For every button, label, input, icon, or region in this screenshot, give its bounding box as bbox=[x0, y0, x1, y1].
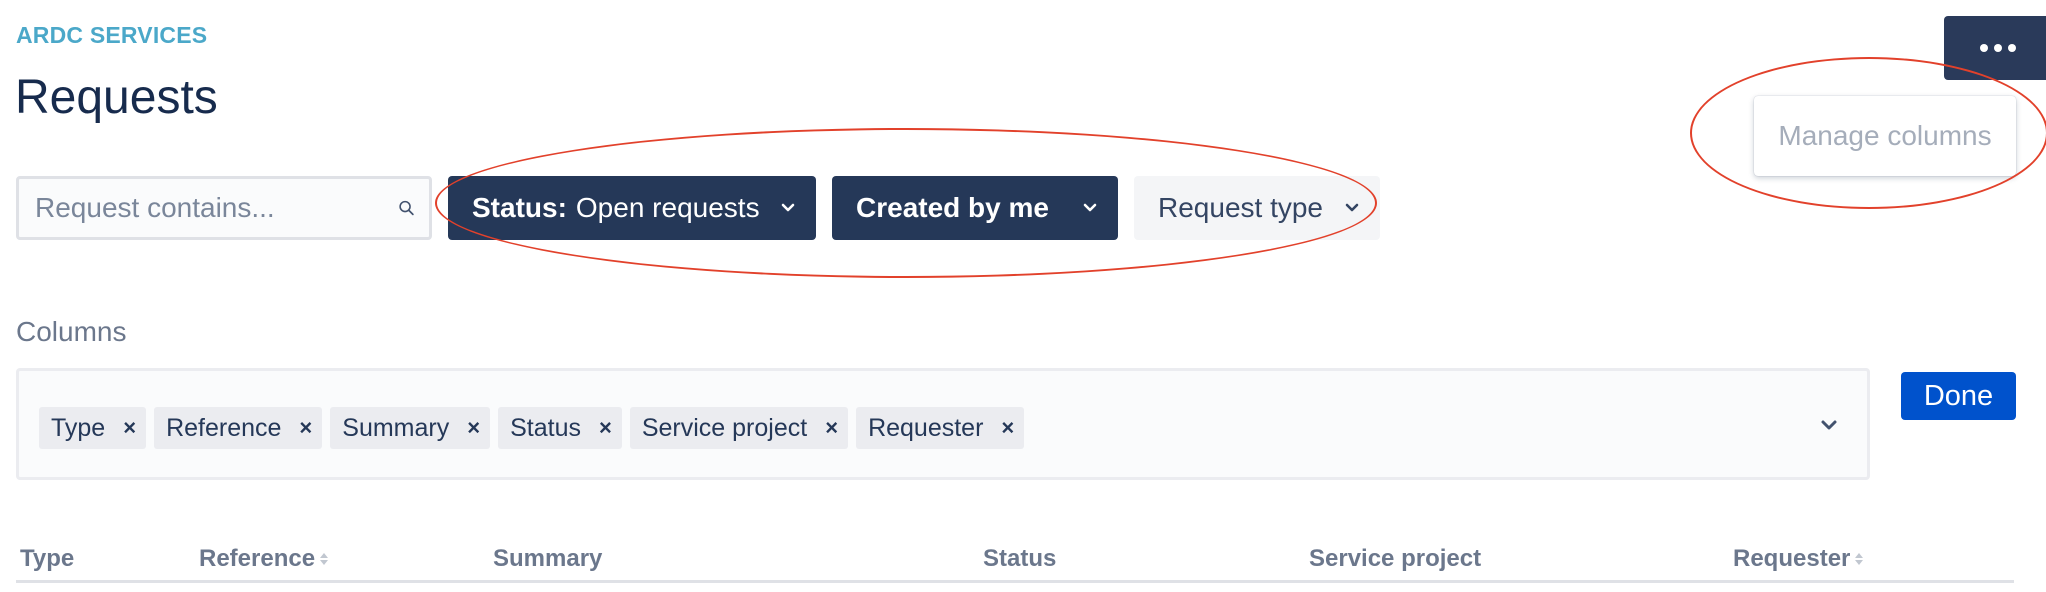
chevron-down-icon bbox=[1083, 203, 1097, 212]
column-header-label: Reference bbox=[199, 545, 316, 572]
search-icon[interactable] bbox=[398, 193, 415, 223]
column-chip-summary: Summary × bbox=[330, 407, 491, 449]
status-filter-button[interactable]: Status: Open requests bbox=[448, 176, 816, 240]
sort-icon[interactable] bbox=[1854, 550, 1864, 568]
request-search[interactable] bbox=[16, 176, 432, 240]
created-by-me-filter-button[interactable]: Created by me bbox=[832, 176, 1118, 240]
column-header-label: Service project bbox=[1309, 545, 1482, 572]
chevron-down-icon bbox=[781, 203, 795, 212]
more-actions-menu: Manage columns bbox=[1754, 96, 2016, 176]
column-chip-list: Type × Reference × Summary × Status × Se… bbox=[39, 407, 1025, 449]
done-button[interactable]: Done bbox=[1901, 372, 2016, 420]
manage-columns-menu-item[interactable]: Manage columns bbox=[1778, 120, 1991, 152]
remove-chip-icon[interactable]: × bbox=[467, 415, 480, 441]
request-type-filter-button[interactable]: Request type bbox=[1134, 176, 1380, 240]
column-header-label: Type bbox=[20, 545, 75, 572]
remove-chip-icon[interactable]: × bbox=[123, 415, 136, 441]
columns-label: Columns bbox=[16, 316, 127, 347]
remove-chip-icon[interactable]: × bbox=[599, 415, 612, 441]
chip-label: Requester bbox=[868, 413, 984, 442]
column-header-label: Status bbox=[983, 545, 1057, 572]
chip-label: Summary bbox=[342, 413, 450, 442]
more-horizontal-icon bbox=[1980, 44, 1988, 52]
column-header-reference[interactable]: Reference bbox=[199, 544, 329, 574]
more-horizontal-icon-dot bbox=[1994, 44, 2002, 52]
columns-multiselect[interactable]: Type × Reference × Summary × Status × Se… bbox=[16, 368, 1870, 480]
column-header-summary[interactable]: Summary bbox=[493, 544, 602, 574]
column-chip-type: Type × bbox=[39, 407, 147, 449]
breadcrumb[interactable]: ARDC SERVICES bbox=[16, 22, 207, 49]
table-header-divider bbox=[16, 580, 2014, 583]
column-header-requester[interactable]: Requester bbox=[1733, 544, 1864, 574]
more-actions-button[interactable] bbox=[1944, 16, 2046, 80]
chevron-down-icon[interactable] bbox=[1817, 413, 1841, 437]
more-horizontal-icon-dot bbox=[2008, 44, 2016, 52]
remove-chip-icon[interactable]: × bbox=[825, 415, 838, 441]
status-filter-prefix: Status: bbox=[472, 192, 567, 223]
remove-chip-icon[interactable]: × bbox=[299, 415, 312, 441]
column-header-status[interactable]: Status bbox=[983, 544, 1056, 574]
chip-label: Reference bbox=[166, 413, 282, 442]
column-chip-status: Status × bbox=[498, 407, 622, 449]
chevron-down-icon bbox=[1345, 203, 1359, 212]
created-by-me-label: Created by me bbox=[856, 192, 1049, 223]
page-title: Requests bbox=[15, 71, 218, 124]
column-header-service-project[interactable]: Service project bbox=[1309, 544, 1481, 574]
sort-icon[interactable] bbox=[319, 550, 329, 568]
request-type-label: Request type bbox=[1158, 192, 1323, 223]
column-chip-service-project: Service project × bbox=[629, 407, 849, 449]
column-header-type[interactable]: Type bbox=[20, 544, 74, 574]
status-filter-value: Open requests bbox=[575, 192, 760, 223]
column-header-label: Summary bbox=[493, 545, 603, 572]
column-chip-requester: Requester × bbox=[856, 407, 1025, 449]
search-input[interactable] bbox=[33, 191, 398, 225]
column-chip-reference: Reference × bbox=[154, 407, 323, 449]
column-header-label: Requester bbox=[1733, 545, 1851, 572]
chip-label: Status bbox=[510, 413, 581, 442]
chip-label: Type bbox=[51, 413, 106, 442]
chip-label: Service project bbox=[641, 413, 808, 442]
remove-chip-icon[interactable]: × bbox=[1001, 415, 1014, 441]
